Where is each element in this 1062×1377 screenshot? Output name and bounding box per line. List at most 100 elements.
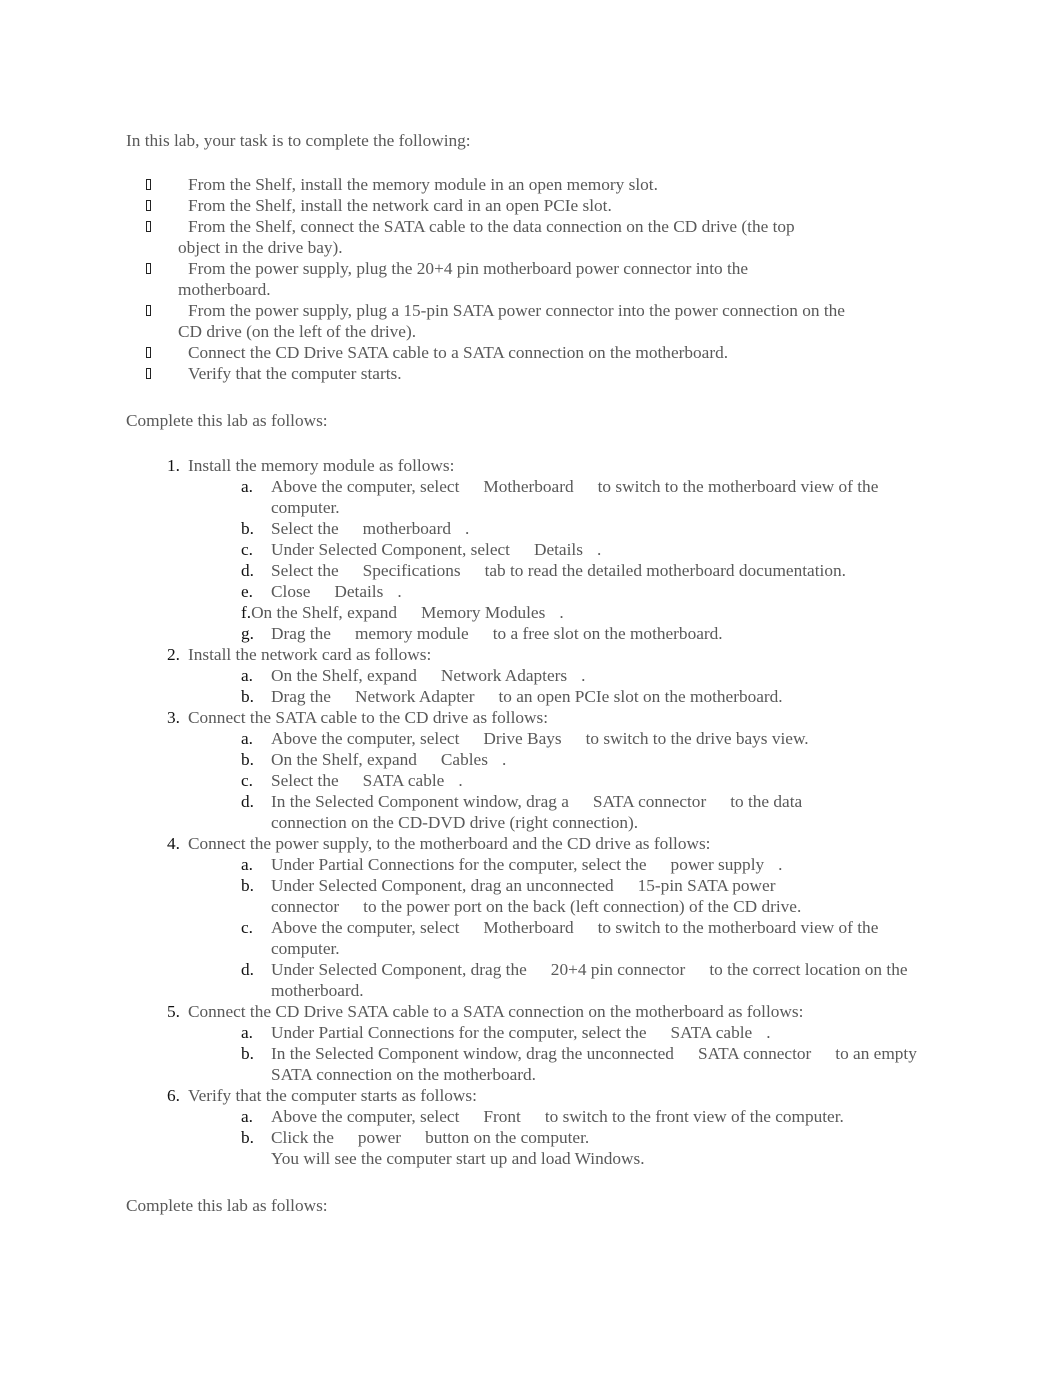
- substep-letter: b.: [241, 1044, 254, 1063]
- substep-text: f.On the Shelf, expand Memory Modules.: [241, 602, 906, 623]
- substep-letter-inline: f.: [241, 603, 252, 622]
- substep-instruction: Select the: [271, 771, 339, 790]
- substep-instruction: Under Selected Component, drag an unconn…: [271, 876, 614, 895]
- substep-instruction: Above the computer, select: [271, 918, 460, 937]
- ui-element-reference: power: [357, 1128, 402, 1147]
- bullet-icon: [146, 368, 151, 379]
- substep-text: Select the Specifications tab to read the …: [271, 560, 936, 581]
- step-number: 3.: [167, 708, 180, 727]
- substep-text: Above the computer, select Front to switch…: [271, 1106, 936, 1127]
- substep-continuation: button on the computer.: [425, 1128, 590, 1147]
- step-item: 3. Connect the SATA cable to the CD drive…: [0, 707, 1062, 728]
- closing-heading: Complete this lab as follows:: [126, 1196, 328, 1215]
- substep-instruction: Click the: [271, 1128, 334, 1147]
- bullet-icon: [146, 347, 151, 358]
- substep-text: Select the SATA cable.: [271, 770, 936, 791]
- document-page: In this lab, your task is to complete th…: [0, 0, 1062, 1377]
- substep-text: Under Selected Component, select Details.: [271, 539, 936, 560]
- substep-text: Click the power button on the computer.: [271, 1127, 936, 1148]
- step-title: Verify that the computer starts as follo…: [188, 1086, 477, 1105]
- step-number: 4.: [167, 834, 180, 853]
- substep-instruction: Under Partial Connections for the comput…: [271, 1023, 647, 1042]
- substep-item: a. Above the computer, select Motherboard t…: [0, 476, 1062, 518]
- substep-instruction: Under Partial Connections for the comput…: [271, 855, 647, 874]
- substep-note: You will see the computer start up and l…: [271, 1149, 645, 1168]
- substep-text: Above the computer, select Drive Bays to s…: [271, 728, 936, 749]
- substep-continuation: tab to read the detailed motherboard doc…: [484, 561, 846, 580]
- substep-item: d. In the Selected Component window, drag…: [0, 791, 1062, 833]
- ui-element-reference: Cables: [440, 750, 488, 769]
- ui-element-reference: Network Adapters: [440, 666, 568, 685]
- step-item: 4. Connect the power supply, to the mothe…: [0, 833, 1062, 854]
- step-title: Connect the CD Drive SATA cable to a SAT…: [188, 1002, 804, 1021]
- substep-letter: g.: [241, 624, 254, 643]
- task-item: From the Shelf, install the memory modul…: [0, 174, 1062, 195]
- task-item: From the Shelf, connect the SATA cable t…: [0, 216, 1062, 258]
- substep-text: Drag the Network Adapter to an open PCIe s…: [271, 686, 936, 707]
- ui-element-reference: Motherboard: [483, 918, 574, 937]
- task-text: From the Shelf, connect the SATA cable t…: [178, 217, 795, 257]
- substep-instruction: Above the computer, select: [271, 729, 460, 748]
- substep-letter: b.: [241, 1128, 254, 1147]
- substep-item: g. Drag the memory module to a free slot on…: [0, 623, 1062, 644]
- substep-instruction: Drag the: [271, 624, 331, 643]
- ui-element-reference: motherboard: [362, 519, 451, 538]
- task-text: From the power supply, plug a 15-pin SAT…: [178, 301, 845, 341]
- substep-text: Above the computer, select Motherboard to …: [271, 476, 921, 518]
- substep-instruction: Close: [271, 582, 311, 601]
- substep-item: e. Close Details.: [0, 581, 1062, 602]
- substep-letter: a.: [241, 1107, 253, 1126]
- substep-item: d. Under Selected Component, drag the 20+4…: [0, 959, 1062, 1001]
- ui-element-reference: power supply: [670, 855, 765, 874]
- substep-instruction: Under Selected Component, drag the: [271, 960, 527, 979]
- step-number: 1.: [167, 456, 180, 475]
- ui-element-reference: Details: [533, 540, 583, 559]
- task-item: From the power supply, plug a 15-pin SAT…: [0, 300, 1062, 342]
- task-text: From the power supply, plug the 20+4 pin…: [178, 259, 749, 299]
- substep-instruction: Under Selected Component, select: [271, 540, 510, 559]
- ui-element-reference: Specifications: [362, 561, 461, 580]
- task-list: From the Shelf, install the memory modul…: [0, 174, 1062, 384]
- substep-item: b. Click the power button on the computer.: [0, 1127, 1062, 1148]
- ui-element-reference: SATA connector: [592, 792, 707, 811]
- substep-text: Close Details.: [271, 581, 936, 602]
- step-number: 5.: [167, 1002, 180, 1021]
- section-heading: Complete this lab as follows:: [126, 411, 328, 430]
- step-number: 6.: [167, 1086, 180, 1105]
- substep-text: In the Selected Component window, drag a…: [271, 791, 861, 833]
- task-item: Connect the CD Drive SATA cable to a SAT…: [0, 342, 1062, 363]
- bullet-icon: [146, 179, 151, 190]
- substep-instruction: Above the computer, select: [271, 477, 460, 496]
- substep-continuation: .: [778, 855, 783, 874]
- substep-instruction: On the Shelf, expand: [251, 603, 397, 622]
- substep-text: Under Selected Component, drag the 20+4 p…: [271, 959, 921, 1001]
- ui-element-reference: Drive Bays: [483, 729, 562, 748]
- substep-letter: b.: [241, 519, 254, 538]
- task-text: Verify that the computer starts.: [188, 364, 402, 383]
- substep-continuation: .: [559, 603, 564, 622]
- task-text: From the Shelf, install the memory modul…: [188, 175, 658, 194]
- substep-continuation: .: [501, 750, 507, 769]
- ui-element-reference: SATA cable: [670, 1023, 753, 1042]
- step-title: Connect the power supply, to the motherb…: [188, 834, 711, 853]
- substep-instruction: On the Shelf, expand: [271, 666, 417, 685]
- substep-text: Under Selected Component, drag an unconn…: [271, 875, 836, 917]
- task-item: From the Shelf, install the network card…: [0, 195, 1062, 216]
- substep-continuation: to switch to the front view of the compu…: [544, 1107, 844, 1126]
- ui-element-reference: Memory Modules: [420, 603, 546, 622]
- substep-letter: e.: [241, 582, 253, 601]
- steps-list: 1. Install the memory module as follows: a…: [0, 455, 1062, 1169]
- step-item: 1. Install the memory module as follows:: [0, 455, 1062, 476]
- substep-item: a. Above the computer, select Front to swit…: [0, 1106, 1062, 1127]
- substep-instruction: Select the: [271, 519, 339, 538]
- substep-instruction: Above the computer, select: [271, 1107, 460, 1126]
- substep-item: b. In the Selected Component window, drag…: [0, 1043, 1062, 1085]
- substep-letter: a.: [241, 855, 253, 874]
- substep-text: Under Partial Connections for the comput…: [271, 854, 936, 875]
- substep-continuation: .: [766, 1023, 771, 1042]
- substep-text: In the Selected Component window, drag t…: [271, 1043, 941, 1085]
- substep-continuation: to an open PCIe slot on the motherboard.: [498, 687, 783, 706]
- step-item: 2. Install the network card as follows:: [0, 644, 1062, 665]
- ui-element-reference: Motherboard: [483, 477, 574, 496]
- ui-element-reference: Details: [334, 582, 384, 601]
